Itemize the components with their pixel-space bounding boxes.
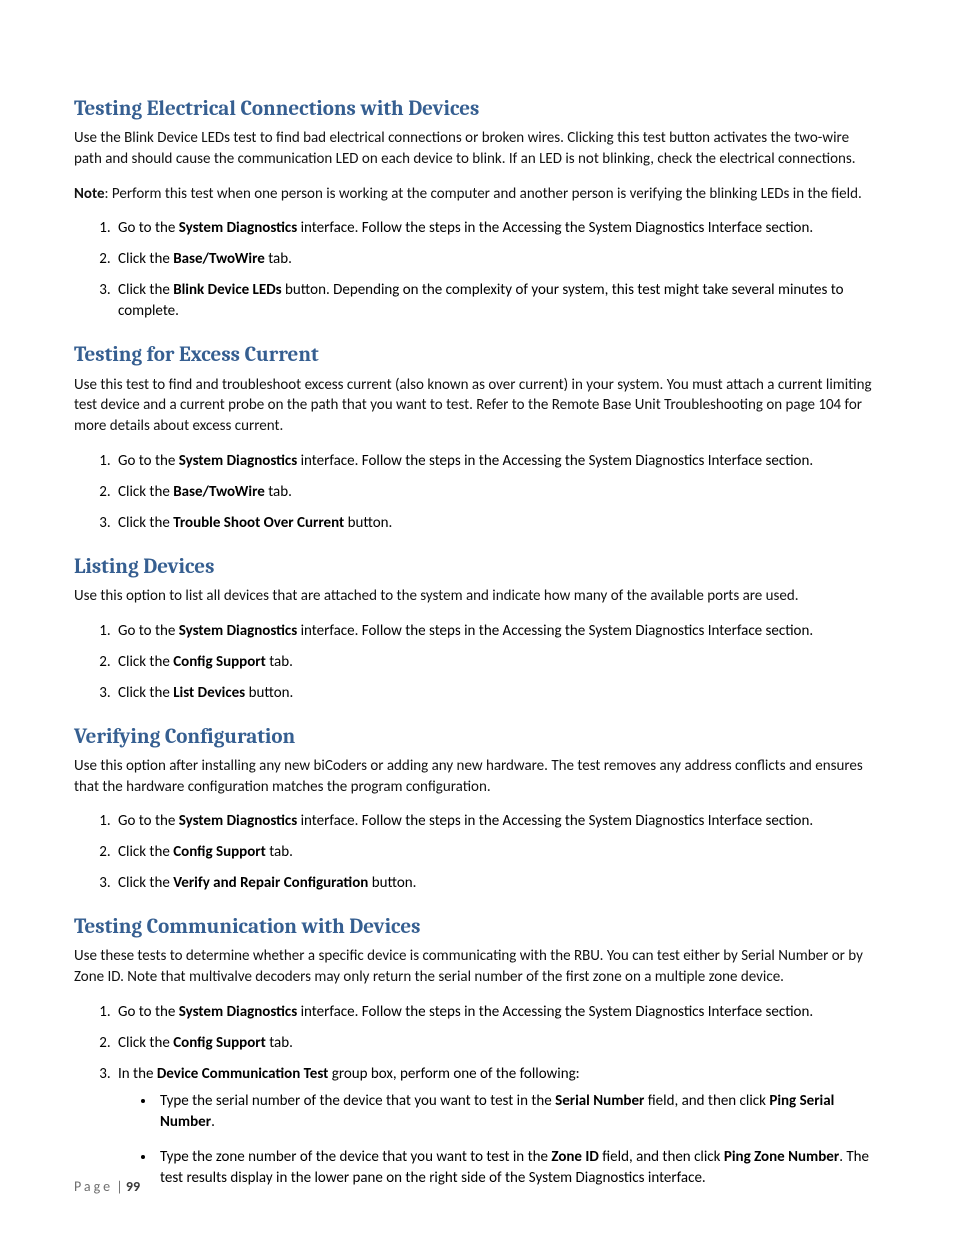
text-run: interface. Follow the steps in the Acces… xyxy=(297,622,813,640)
heading-listing-devices: Listing Devices xyxy=(74,554,880,580)
text-run: System Diagnostics xyxy=(179,452,298,470)
paragraph: Use this option to list all devices that… xyxy=(74,586,880,607)
text-run: Use this option after installing any new… xyxy=(74,757,863,796)
text-run: Click the xyxy=(118,874,173,892)
ordered-steps: Go to the System Diagnostics interface. … xyxy=(74,218,880,322)
footer-sep: | xyxy=(113,1178,126,1195)
sub-bullets: Type the serial number of the device tha… xyxy=(118,1091,880,1189)
text-run: Go to the xyxy=(118,812,179,830)
step-item: Click the Base/TwoWire tab. xyxy=(114,482,880,503)
text-run: Go to the xyxy=(118,622,179,640)
ordered-steps: Go to the System Diagnostics interface. … xyxy=(74,451,880,534)
text-run: Base/TwoWire xyxy=(173,250,265,268)
text-run: tab. xyxy=(266,843,293,861)
text-run: tab. xyxy=(265,483,292,501)
text-run: Click the xyxy=(118,653,173,671)
text-run: . xyxy=(211,1113,215,1131)
footer-page-number: 99 xyxy=(126,1178,140,1195)
text-run: Config Support xyxy=(173,653,266,671)
ordered-steps: Go to the System Diagnostics interface. … xyxy=(74,621,880,704)
heading-testing-communication: Testing Communication with Devices xyxy=(74,914,880,940)
step-item: Click the Blink Device LEDs button. Depe… xyxy=(114,280,880,322)
step-item: Go to the System Diagnostics interface. … xyxy=(114,1002,880,1023)
step-item: Click the Verify and Repair Configuratio… xyxy=(114,873,880,894)
step-item: Click the List Devices button. xyxy=(114,683,880,704)
step-item: Go to the System Diagnostics interface. … xyxy=(114,451,880,472)
text-run: Click the xyxy=(118,250,173,268)
text-run: Use the Blink Device LEDs test to find b… xyxy=(74,129,856,168)
text-run: button. xyxy=(344,514,392,532)
text-run: Type the serial number of the device tha… xyxy=(160,1092,555,1110)
text-run: In the xyxy=(118,1065,157,1083)
bullet-item: Type the zone number of the device that … xyxy=(156,1147,880,1189)
step-item: Click the Config Support tab. xyxy=(114,652,880,673)
paragraph: Use this test to find and troubleshoot e… xyxy=(74,375,880,437)
step-item: In the Device Communication Test group b… xyxy=(114,1064,880,1189)
text-run: Use these tests to determine whether a s… xyxy=(74,947,863,986)
paragraph-note: Note: Perform this test when one person … xyxy=(74,184,880,205)
text-run: Click the xyxy=(118,514,173,532)
text-run: Config Support xyxy=(173,1034,266,1052)
text-run: Click the xyxy=(118,483,173,501)
text-run: Click the xyxy=(118,281,173,299)
heading-testing-excess-current: Testing for Excess Current xyxy=(74,342,880,368)
text-run: interface. Follow the steps in the Acces… xyxy=(297,452,813,470)
text-run: tab. xyxy=(265,250,292,268)
step-item: Click the Base/TwoWire tab. xyxy=(114,249,880,270)
text-run: interface. Follow the steps in the Acces… xyxy=(297,219,813,237)
text-run: button. xyxy=(368,874,416,892)
text-run: Go to the xyxy=(118,219,179,237)
text-run: Base/TwoWire xyxy=(173,483,265,501)
text-run: group box, perform one of the following: xyxy=(328,1065,579,1083)
text-run: tab. xyxy=(266,1034,293,1052)
paragraph: Use the Blink Device LEDs test to find b… xyxy=(74,128,880,169)
text-run: interface. Follow the steps in the Acces… xyxy=(297,812,813,830)
text-run: System Diagnostics xyxy=(179,622,298,640)
ordered-steps: Go to the System Diagnostics interface. … xyxy=(74,811,880,894)
text-run: System Diagnostics xyxy=(179,812,298,830)
text-run: Trouble Shoot Over Current xyxy=(173,514,344,532)
step-item: Go to the System Diagnostics interface. … xyxy=(114,621,880,642)
step-item: Click the Config Support tab. xyxy=(114,1033,880,1054)
text-run: Serial Number xyxy=(555,1092,644,1110)
page-footer: Page | 99 xyxy=(74,1178,140,1195)
heading-testing-electrical: Testing Electrical Connections with Devi… xyxy=(74,96,880,122)
text-run: Click the xyxy=(118,684,173,702)
text-run: Click the xyxy=(118,1034,173,1052)
text-run: button. xyxy=(245,684,293,702)
step-item: Go to the System Diagnostics interface. … xyxy=(114,218,880,239)
step-item: Click the Config Support tab. xyxy=(114,842,880,863)
text-run: Device Communication Test xyxy=(157,1065,329,1083)
heading-verifying-configuration: Verifying Configuration xyxy=(74,724,880,750)
text-run: field, and then click xyxy=(599,1148,724,1166)
paragraph: Use these tests to determine whether a s… xyxy=(74,946,880,987)
text-run: Verify and Repair Configuration xyxy=(173,874,368,892)
text-run: interface. Follow the steps in the Acces… xyxy=(297,1003,813,1021)
text-run: Zone ID xyxy=(551,1148,599,1166)
text-run: : Perform this test when one person is w… xyxy=(105,185,862,203)
text-run: Ping Zone Number xyxy=(724,1148,839,1166)
text-run: Use this option to list all devices that… xyxy=(74,587,799,605)
footer-label: Page xyxy=(74,1178,113,1195)
step-item: Go to the System Diagnostics interface. … xyxy=(114,811,880,832)
text-run: field, and then click xyxy=(644,1092,769,1110)
text-run: Click the xyxy=(118,843,173,861)
text-run: tab. xyxy=(266,653,293,671)
text-run: List Devices xyxy=(173,684,245,702)
text-run: Note xyxy=(74,185,105,203)
text-run: Go to the xyxy=(118,1003,179,1021)
text-run: Use this test to find and troubleshoot e… xyxy=(74,376,872,435)
document-page: Testing Electrical Connections with Devi… xyxy=(0,0,954,1243)
ordered-steps: Go to the System Diagnostics interface. … xyxy=(74,1002,880,1189)
text-run: Blink Device LEDs xyxy=(173,281,281,299)
text-run: Config Support xyxy=(173,843,266,861)
text-run: System Diagnostics xyxy=(179,1003,298,1021)
paragraph: Use this option after installing any new… xyxy=(74,756,880,797)
text-run: Go to the xyxy=(118,452,179,470)
bullet-item: Type the serial number of the device tha… xyxy=(156,1091,880,1133)
text-run: Type the zone number of the device that … xyxy=(160,1148,551,1166)
step-item: Click the Trouble Shoot Over Current but… xyxy=(114,513,880,534)
text-run: System Diagnostics xyxy=(179,219,298,237)
